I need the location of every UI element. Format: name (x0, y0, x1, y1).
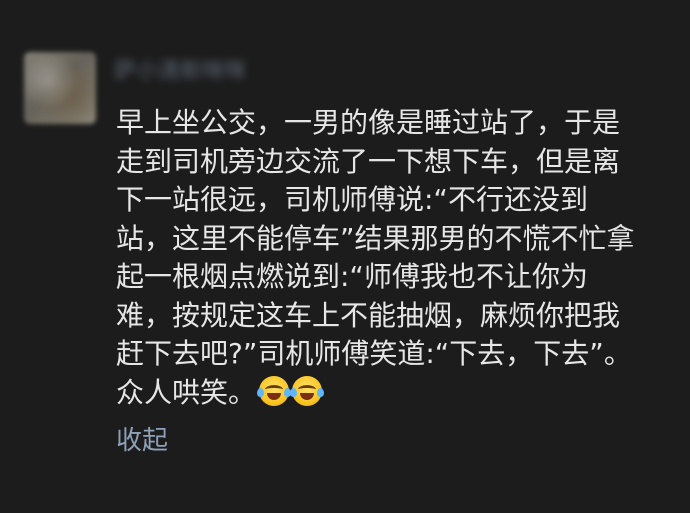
comment-line-text: 众人哄笑。 (116, 375, 257, 409)
username[interactable]: 萨小清新咪咪 (114, 60, 246, 84)
comment-last-line: 众人哄笑。 (116, 374, 676, 413)
avatar[interactable] (24, 52, 96, 124)
comment-line: 赶下去吧?”司机师傅笑道:“下去，下去”。 (116, 337, 632, 370)
tears-of-joy-emoji-icon (290, 375, 325, 406)
comment-line: 难，按规定这车上不能抽烟，麻烦你把我 (116, 298, 621, 332)
comment-line: 起一根烟点燃说到:“师傅我也不让你为 (116, 260, 588, 293)
comment-line: 下一站很远，司机师傅说:“不行还没到 (116, 183, 588, 216)
tears-of-joy-emoji-icon (257, 375, 292, 406)
comment-line: 走到司机旁边交流了一下想下车，但是离 (116, 144, 621, 178)
comment-line: 站，这里不能停车”结果那男的不慌不忙拿 (116, 221, 635, 255)
comment-card: 萨小清新咪咪 早上坐公交，一男的像是睡过站了，于是 走到司机旁边交流了一下想下车… (0, 0, 690, 513)
collapse-link[interactable]: 收起 (116, 425, 168, 457)
comment-line: 早上坐公交，一男的像是睡过站了，于是 (116, 106, 621, 139)
comment-text: 早上坐公交，一男的像是睡过站了，于是 走到司机旁边交流了一下想下车，但是离 下一… (116, 104, 676, 412)
